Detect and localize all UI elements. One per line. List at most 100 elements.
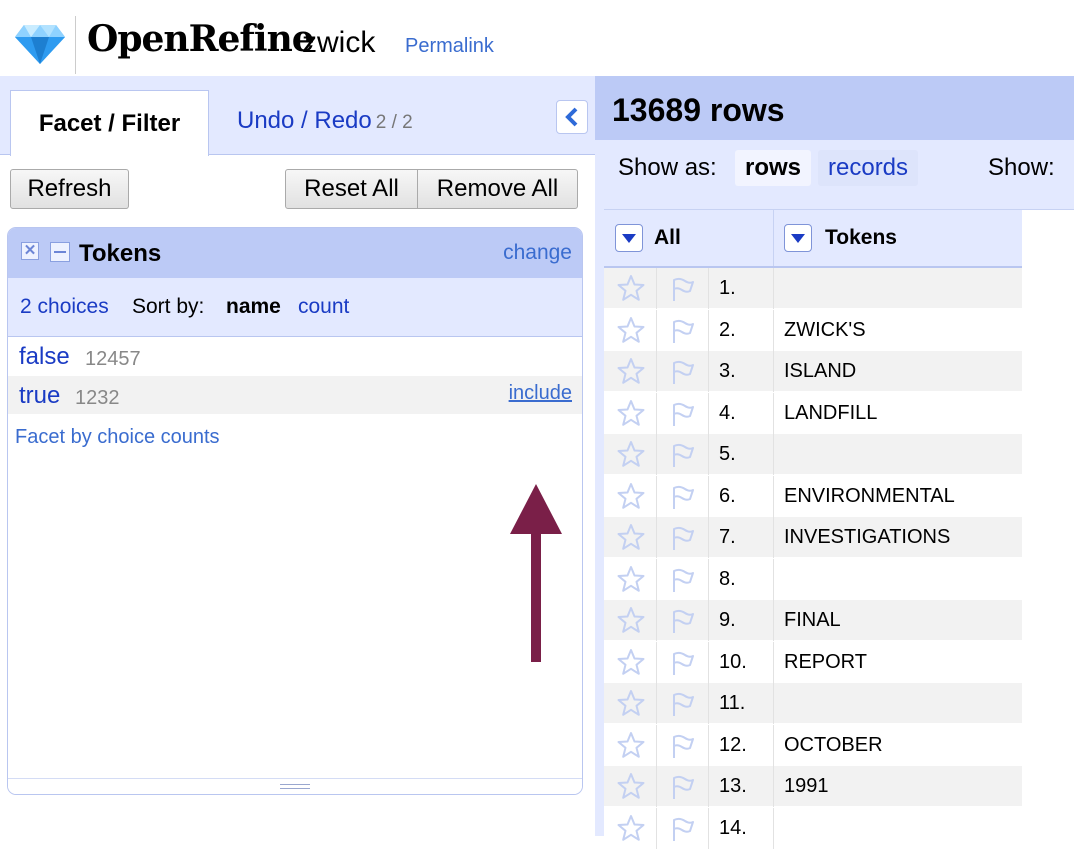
facet-choice-true[interactable]: true 1232 include xyxy=(8,376,582,414)
choice-label[interactable]: true xyxy=(19,382,60,410)
table-row: 4. LANDFILL xyxy=(604,392,1022,434)
cell-divider xyxy=(773,766,774,807)
star-icon[interactable] xyxy=(617,523,645,551)
token-cell[interactable]: OCTOBER xyxy=(784,734,883,757)
token-cell[interactable]: INVESTIGATIONS xyxy=(784,526,950,549)
token-cell[interactable]: REPORT xyxy=(784,651,867,674)
left-panel: Facet / Filter Undo / Redo 2 / 2 Refresh … xyxy=(0,76,595,836)
flag-icon[interactable] xyxy=(668,690,696,718)
tab-undo-redo[interactable]: Undo / Redo 2 / 2 xyxy=(237,107,413,135)
flag-icon[interactable] xyxy=(668,649,696,677)
tab-facet-filter[interactable]: Facet / Filter xyxy=(10,90,209,156)
table-row: 7. INVESTIGATIONS xyxy=(604,517,1022,558)
star-icon[interactable] xyxy=(617,482,645,510)
row-count: 13689 rows xyxy=(612,92,785,128)
cell-divider xyxy=(656,558,657,600)
cell-divider xyxy=(656,807,657,849)
star-icon[interactable] xyxy=(617,399,645,427)
star-icon[interactable] xyxy=(617,274,645,302)
column-header-tokens: Tokens xyxy=(825,226,897,249)
reset-all-button[interactable]: Reset All xyxy=(285,169,418,209)
facet-change-link[interactable]: change xyxy=(503,241,572,265)
flag-icon[interactable] xyxy=(668,483,696,511)
cell-divider xyxy=(773,268,774,309)
flag-icon[interactable] xyxy=(668,441,696,469)
collapse-panel-button[interactable] xyxy=(556,100,588,134)
row-number: 14. xyxy=(719,816,747,839)
show-label: Show: xyxy=(988,154,1055,181)
column-header-all: All xyxy=(654,226,681,249)
star-icon[interactable] xyxy=(617,648,645,676)
star-icon[interactable] xyxy=(617,565,645,593)
row-number: 12. xyxy=(719,733,747,756)
token-cell[interactable]: ZWICK'S xyxy=(784,319,866,342)
facet-close-icon[interactable]: ✕ xyxy=(21,242,39,260)
choice-count[interactable]: 2 choices xyxy=(20,295,109,319)
facet-minimize-icon[interactable] xyxy=(50,242,70,262)
include-link[interactable]: include xyxy=(509,382,572,405)
remove-all-button[interactable]: Remove All xyxy=(417,169,578,209)
app-name[interactable]: OpenRefine xyxy=(87,18,315,60)
sort-by-name[interactable]: name xyxy=(226,295,281,319)
facet-title: Tokens xyxy=(79,240,162,267)
flag-icon[interactable] xyxy=(668,566,696,594)
cell-divider xyxy=(656,309,657,351)
flag-icon[interactable] xyxy=(668,275,696,303)
star-icon[interactable] xyxy=(617,689,645,717)
facet-by-choice-counts-link[interactable]: Facet by choice counts xyxy=(15,426,220,449)
permalink-link[interactable]: Permalink xyxy=(405,35,494,58)
flag-icon[interactable] xyxy=(668,524,696,552)
cell-divider xyxy=(708,392,709,434)
cell-divider xyxy=(708,434,709,475)
show-as-label: Show as: xyxy=(618,154,717,181)
panel-edge xyxy=(595,140,604,836)
cell-divider xyxy=(708,475,709,517)
choice-label[interactable]: false xyxy=(19,343,70,371)
star-icon[interactable] xyxy=(617,357,645,385)
flag-icon[interactable] xyxy=(668,400,696,428)
show-as-rows[interactable]: rows xyxy=(735,150,812,186)
sort-by-label: Sort by: xyxy=(132,295,205,318)
tab-undo-redo-label: Undo / Redo xyxy=(237,107,372,134)
cell-divider xyxy=(656,268,657,309)
star-icon[interactable] xyxy=(617,316,645,344)
all-column-menu-icon[interactable] xyxy=(615,224,643,252)
table-row: 8. xyxy=(604,558,1022,600)
flag-icon[interactable] xyxy=(668,607,696,635)
flag-icon[interactable] xyxy=(668,732,696,760)
token-cell[interactable]: LANDFILL xyxy=(784,402,877,425)
table-row: 5. xyxy=(604,434,1022,475)
facet-choice-false[interactable]: false 12457 xyxy=(8,337,582,375)
refresh-button[interactable]: Refresh xyxy=(10,169,129,209)
table-row: 11. xyxy=(604,683,1022,724)
cell-divider xyxy=(773,807,774,849)
table-row: 3. ISLAND xyxy=(604,351,1022,392)
table-row: 13. 1991 xyxy=(604,766,1022,807)
chevron-left-icon xyxy=(565,107,578,127)
star-icon[interactable] xyxy=(617,814,645,842)
star-icon[interactable] xyxy=(617,772,645,800)
star-icon[interactable] xyxy=(617,440,645,468)
token-cell[interactable]: ISLAND xyxy=(784,360,856,383)
star-icon[interactable] xyxy=(617,606,645,634)
flag-icon[interactable] xyxy=(668,773,696,801)
cell-divider xyxy=(773,392,774,434)
facet-controls: 2 choices Sort by: name count xyxy=(8,278,582,337)
cell-divider xyxy=(773,600,774,641)
tokens-column-menu-icon[interactable] xyxy=(784,224,812,252)
token-cell[interactable]: ENVIRONMENTAL xyxy=(784,485,955,508)
token-cell[interactable]: FINAL xyxy=(784,609,841,632)
flag-icon[interactable] xyxy=(668,358,696,386)
cell-divider xyxy=(773,683,774,724)
flag-icon[interactable] xyxy=(668,317,696,345)
undo-redo-count: 2 / 2 xyxy=(375,112,413,133)
project-name[interactable]: zwick xyxy=(302,26,375,60)
flag-icon[interactable] xyxy=(668,815,696,843)
star-icon[interactable] xyxy=(617,731,645,759)
cell-divider xyxy=(773,641,774,683)
cell-divider xyxy=(656,392,657,434)
show-as-records[interactable]: records xyxy=(818,150,919,186)
token-cell[interactable]: 1991 xyxy=(784,775,829,798)
facet-resize-handle[interactable] xyxy=(8,778,582,794)
sort-by-count[interactable]: count xyxy=(298,295,349,319)
